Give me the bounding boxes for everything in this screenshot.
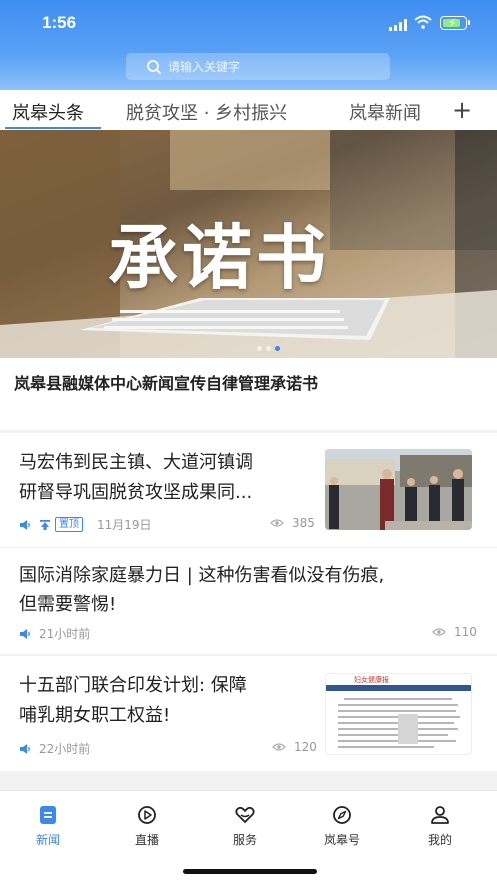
tabbar-news[interactable]: 新闻 <box>18 805 78 848</box>
view-count: 120 <box>272 740 317 754</box>
news-title-line: 但需要警惕! <box>19 594 117 615</box>
news-meta: 22小时前 <box>19 740 90 757</box>
view-count-value: 385 <box>292 516 315 530</box>
search-placeholder: 请输入关键字 <box>168 60 241 74</box>
tabbar-label: 岚皋号 <box>323 833 360 847</box>
search-icon <box>147 59 162 74</box>
carousel-dot[interactable] <box>275 346 280 351</box>
pin-top-icon <box>40 519 50 530</box>
banner-title: 岚皋县融媒体中心新闻宣传自律管理承诺书 <box>14 374 319 393</box>
banner-carousel[interactable]: 承诺书 <box>0 130 497 358</box>
view-count-value: 110 <box>454 625 477 639</box>
news-icon <box>40 806 56 824</box>
speaker-icon[interactable] <box>19 628 31 640</box>
profile-icon <box>431 806 449 824</box>
battery-icon: ⚡ <box>440 16 470 30</box>
tab-lan-gao-news[interactable]: 岚皋新闻 <box>349 99 421 125</box>
news-item[interactable]: 十五部门联合印发计划: 保障 哺乳期女职工权益! 22小时前 120 妇女健康报 <box>0 656 497 771</box>
wifi-icon <box>414 15 432 29</box>
news-thumbnail <box>325 449 472 530</box>
speaker-icon[interactable] <box>19 519 31 531</box>
tab-lan-gao-headlines[interactable]: 岚皋头条 <box>12 99 84 125</box>
eye-icon <box>270 519 284 527</box>
live-icon <box>138 806 156 824</box>
news-date: 21小时前 <box>39 627 91 641</box>
status-time: 1:56 <box>42 13 77 32</box>
active-tab-indicator <box>5 127 101 129</box>
news-meta: 置顶 11月19日 <box>19 516 152 533</box>
tabbar-service[interactable]: 服务 <box>215 805 275 848</box>
tabbar-label: 服务 <box>232 833 257 847</box>
add-channel-button[interactable]: + <box>452 96 472 124</box>
cellular-signal-icon <box>389 19 407 31</box>
news-title-line: 哺乳期女职工权益! <box>19 705 171 726</box>
banner-headline: 承诺书 <box>108 217 330 299</box>
speaker-icon[interactable] <box>19 743 31 755</box>
tabbar-label: 我的 <box>427 833 452 847</box>
news-date: 22小时前 <box>39 742 91 756</box>
carousel-dot[interactable] <box>257 346 262 351</box>
view-count: 385 <box>270 516 315 530</box>
document-preview-icon <box>326 685 471 748</box>
eye-icon <box>272 743 286 751</box>
tab-scroll-area: 岚皋头条 脱贫攻坚 · 乡村振兴 岚皋新闻 <box>0 90 440 130</box>
banner-caption[interactable]: 岚皋县融媒体中心新闻宣传自律管理承诺书 <box>0 358 497 430</box>
search-input[interactable]: 请输入关键字 <box>126 53 390 80</box>
news-item[interactable]: 国际消除家庭暴力日 | 这种伤害看似没有伤痕, 但需要警惕! 21小时前 110 <box>0 548 497 654</box>
tabbar-live[interactable]: 直播 <box>117 805 177 848</box>
channel-tabs: 岚皋头条 脱贫攻坚 · 乡村振兴 岚皋新闻 + <box>0 90 497 130</box>
charging-bolt-icon: ⚡ <box>448 16 457 30</box>
news-title-line: 研督导巩固脱贫攻坚成果同... <box>19 482 253 503</box>
news-title-line: 十五部门联合印发计划: 保障 <box>19 675 247 696</box>
tabbar-label: 新闻 <box>35 833 60 847</box>
news-meta: 21小时前 <box>19 625 90 642</box>
status-bar: 1:56 ⚡ <box>0 0 497 44</box>
compass-icon <box>333 806 351 824</box>
news-title-line: 马宏伟到民主镇、大道河镇调 <box>19 452 253 473</box>
carousel-dot[interactable] <box>266 346 271 351</box>
app-header: 1:56 ⚡ 请输入关键字 <box>0 0 497 90</box>
home-indicator[interactable] <box>183 869 317 874</box>
news-thumbnail-image <box>325 449 472 530</box>
thumbnail-heading: 妇女健康报 <box>354 676 389 684</box>
service-icon <box>235 806 255 823</box>
tab-poverty-rural[interactable]: 脱贫攻坚 · 乡村振兴 <box>126 99 287 125</box>
news-item[interactable]: 马宏伟到民主镇、大道河镇调 研督导巩固脱贫攻坚成果同... 置顶 11月19日 … <box>0 433 497 547</box>
tabbar-profile[interactable]: 我的 <box>410 805 470 848</box>
view-count: 110 <box>432 625 477 639</box>
eye-icon <box>432 628 446 636</box>
news-title-line: 国际消除家庭暴力日 | 这种伤害看似没有伤痕, <box>19 565 385 586</box>
tabbar-lan-gao-hao[interactable]: 岚皋号 <box>312 805 372 848</box>
news-date: 11月19日 <box>97 518 152 532</box>
news-thumbnail: 妇女健康报 <box>325 673 472 755</box>
pinned-badge: 置顶 <box>55 517 83 532</box>
view-count-value: 120 <box>294 740 317 754</box>
tabbar-label: 直播 <box>134 833 159 847</box>
